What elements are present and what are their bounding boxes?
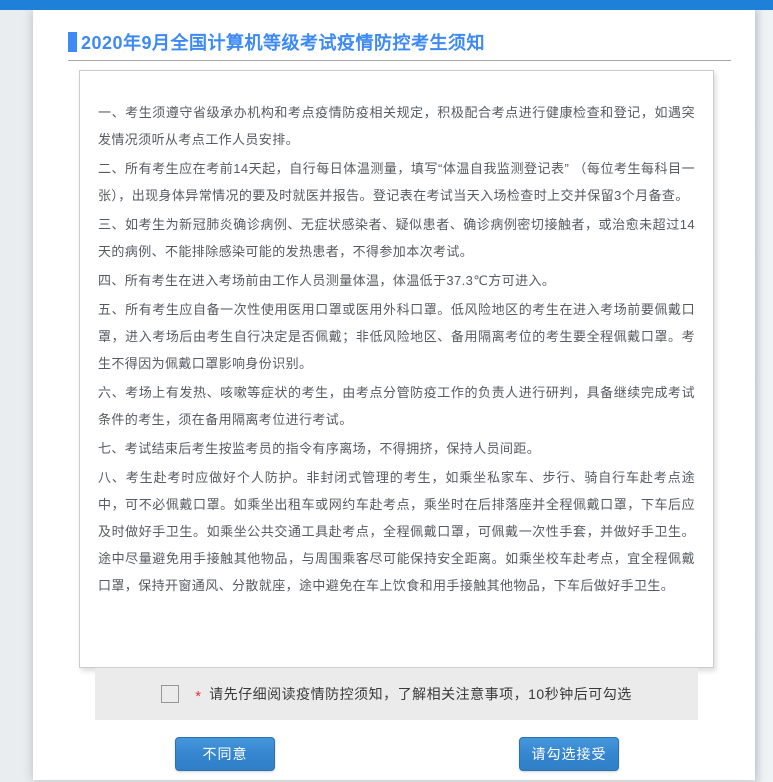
notice-paragraph: 二、所有考生应在考前14天起，自行每日体温测量，填写“体温自我监测登记表” （每… <box>98 155 695 209</box>
disagree-button[interactable]: 不同意 <box>175 737 275 771</box>
notice-card: 2020年9月全国计算机等级考试疫情防控考生须知 一、考生须遵守省级承办机构和考… <box>33 10 755 780</box>
notice-body: 一、考生须遵守省级承办机构和考点疫情防疫相关规定，积极配合考点进行健康检查和登记… <box>79 70 714 668</box>
page-title: 2020年9月全国计算机等级考试疫情防控考生须知 <box>81 29 485 55</box>
title-divider <box>68 60 731 61</box>
consent-label: 请先仔细阅读疫情防控须知，了解相关注意事项，10秒钟后可勾选 <box>209 684 632 704</box>
page-header: 2020年9月全国计算机等级考试疫情防控考生须知 <box>68 29 485 55</box>
notice-paragraph: 七、考试结束后考生按监考员的指令有序离场，不得拥挤，保持人员间距。 <box>98 435 695 462</box>
notice-paragraph: 三、如考生为新冠肺炎确诊病例、无症状感染者、疑似患者、确诊病例密切接触者，或治愈… <box>98 211 695 265</box>
vertical-scrollbar-track[interactable] <box>755 10 773 782</box>
title-marker <box>68 32 77 52</box>
accept-button[interactable]: 请勾选接受 <box>519 737 619 771</box>
notice-paragraph: 六、考场上有发热、咳嗽等症状的考生，由考点分管防疫工作的负责人进行研判，具备继续… <box>98 379 695 433</box>
top-accent-bar <box>0 0 773 10</box>
required-asterisk: * <box>195 688 201 705</box>
notice-paragraph: 八、考生赴考时应做好个人防护。非封闭式管理的考生，如乘坐私家车、步行、骑自行车赴… <box>98 464 695 599</box>
notice-paragraph: 一、考生须遵守省级承办机构和考点疫情防疫相关规定，积极配合考点进行健康检查和登记… <box>98 99 695 153</box>
consent-checkbox[interactable] <box>161 685 179 703</box>
consent-bar: * 请先仔细阅读疫情防控须知，了解相关注意事项，10秒钟后可勾选 <box>95 668 698 720</box>
notice-paragraph: 四、所有考生在进入考场前由工作人员测量体温，体温低于37.3℃方可进入。 <box>98 267 695 294</box>
notice-paragraph: 五、所有考生应自备一次性使用医用口罩或医用外科口罩。低风险地区的考生在进入考场前… <box>98 296 695 377</box>
